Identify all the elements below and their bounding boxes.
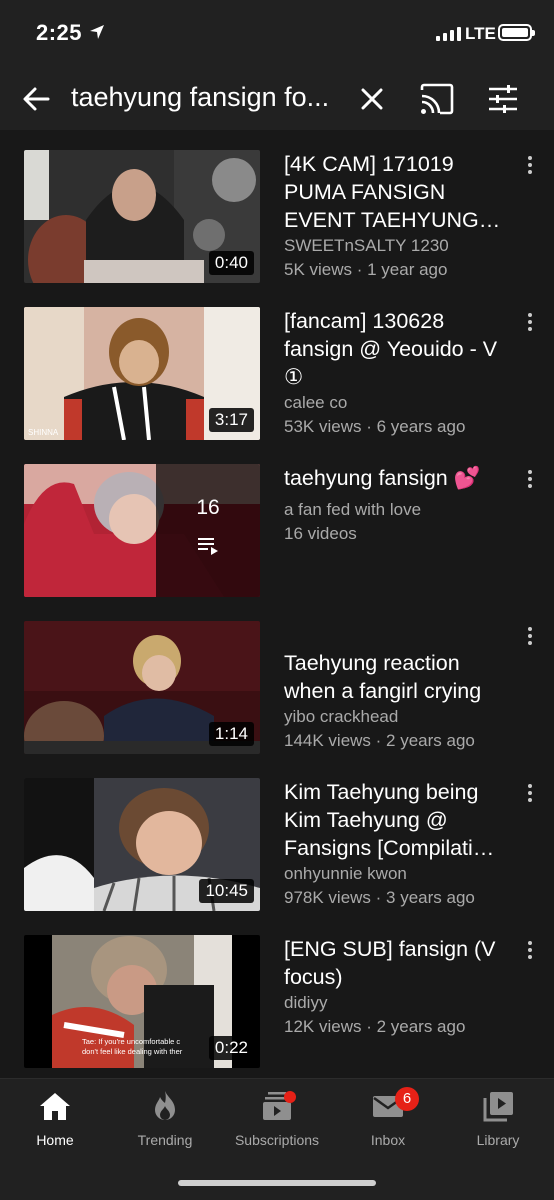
channel-name[interactable]: calee co <box>284 391 509 415</box>
video-views-age: 978K views · 3 years ago <box>284 888 475 907</box>
playlist-result[interactable]: 16 taehyung fansign 💕 a fan fed with lov… <box>0 464 554 604</box>
video-duration: 10:45 <box>199 879 254 903</box>
video-views-age: 53K views · 6 years ago <box>284 417 466 436</box>
channel-name[interactable]: onhyunnie kwon <box>284 862 509 886</box>
nav-home[interactable]: Home <box>0 1089 110 1148</box>
nav-label: Trending <box>137 1132 193 1148</box>
home-indicator <box>178 1180 376 1186</box>
nav-label: Home <box>36 1132 74 1148</box>
search-query[interactable]: taehyung fansign fo... <box>71 82 341 113</box>
playlist-overlay: 16 <box>156 464 260 597</box>
video-title[interactable]: [4K CAM] 171019 PUMA FANSIGN EVENT TAEHY… <box>284 150 509 234</box>
thumbnail-caption: Tae: If you're uncomfortable c <box>82 1037 180 1046</box>
subscriptions-new-dot <box>284 1091 296 1103</box>
more-options-icon[interactable] <box>520 782 540 806</box>
video-result[interactable]: 10:45 Kim Taehyung being Kim Taehyung @ … <box>0 778 554 918</box>
inbox-badge: 6 <box>395 1087 419 1111</box>
channel-name[interactable]: yibo crackhead <box>284 705 509 729</box>
video-views-age: 12K views · 2 years ago <box>284 1017 466 1036</box>
more-options-icon[interactable] <box>520 311 540 335</box>
video-result[interactable]: 0:40 [4K CAM] 171019 PUMA FANSIGN EVENT … <box>0 150 554 290</box>
nav-subscriptions[interactable]: Subscriptions <box>222 1089 332 1148</box>
location-arrow-icon <box>90 25 104 39</box>
nav-label: Inbox <box>370 1132 406 1148</box>
trending-flame-icon <box>155 1091 175 1120</box>
network-type: LTE <box>465 24 496 43</box>
video-thumbnail[interactable]: SHINNA 3:17 <box>24 307 260 440</box>
filter-settings-icon[interactable] <box>485 81 521 117</box>
playlist-video-count: 16 videos <box>284 524 357 543</box>
thumbnail-caption: don't feel like dealing with ther <box>82 1047 183 1056</box>
video-thumbnail[interactable]: 10:45 <box>24 778 260 911</box>
video-thumbnail[interactable]: Tae: If you're uncomfortable c don't fee… <box>24 935 260 1068</box>
more-options-icon[interactable] <box>520 154 540 178</box>
video-views-age: 5K views · 1 year ago <box>284 260 448 279</box>
back-arrow-icon[interactable] <box>20 83 52 115</box>
nav-inbox[interactable]: 6 Inbox <box>333 1087 443 1148</box>
channel-name[interactable]: didiyy <box>284 991 509 1015</box>
video-title[interactable]: [fancam] 130628 fansign @ Yeouido - V ① <box>284 307 509 391</box>
video-thumbnail[interactable]: 0:40 <box>24 150 260 283</box>
playlist-thumbnail[interactable]: 16 <box>24 464 260 597</box>
video-duration: 0:22 <box>208 1036 254 1060</box>
nav-trending[interactable]: Trending <box>110 1089 220 1148</box>
video-duration: 3:17 <box>208 408 254 432</box>
status-time: 2:25 <box>36 20 83 45</box>
more-options-icon[interactable] <box>520 939 540 963</box>
close-icon[interactable] <box>356 83 388 115</box>
battery-icon <box>498 24 535 41</box>
status-bar: 2:25 LTE <box>0 0 554 68</box>
video-views-age: 144K views · 2 years ago <box>284 731 475 750</box>
cast-icon[interactable] <box>419 81 455 117</box>
playlist-play-icon <box>198 538 218 555</box>
nav-library[interactable]: Library <box>443 1089 553 1148</box>
playlist-title[interactable]: taehyung fansign 💕 <box>284 464 509 492</box>
more-options-icon[interactable] <box>520 625 540 649</box>
video-result[interactable]: SHINNA 3:17 [fancam] 130628 fansign @ Ye… <box>0 307 554 447</box>
video-title[interactable]: Taehyung reaction when a fangirl crying <box>284 649 509 705</box>
video-title[interactable]: [ENG SUB] fansign (V focus) <box>284 935 509 991</box>
video-thumbnail[interactable]: 1:14 <box>24 621 260 754</box>
video-result[interactable]: Tae: If you're uncomfortable c don't fee… <box>0 935 554 1075</box>
channel-name[interactable]: SWEETnSALTY 1230 <box>284 234 509 258</box>
video-result[interactable]: 1:14 Taehyung reaction when a fangirl cr… <box>0 621 554 761</box>
nav-label: Subscriptions <box>234 1132 320 1148</box>
channel-name[interactable]: a fan fed with love <box>284 498 509 522</box>
more-options-icon[interactable] <box>520 468 540 492</box>
library-icon <box>483 1092 513 1122</box>
signal-strength-icon <box>436 27 461 41</box>
home-icon <box>40 1093 70 1120</box>
video-duration: 1:14 <box>208 722 254 746</box>
search-header: taehyung fansign fo... <box>0 68 554 130</box>
video-duration: 0:40 <box>208 251 254 275</box>
nav-label: Library <box>476 1132 520 1148</box>
thumbnail-watermark: SHINNA <box>28 428 59 437</box>
playlist-count: 16 <box>196 496 220 519</box>
video-title[interactable]: Kim Taehyung being Kim Taehyung @ Fansig… <box>284 778 509 862</box>
